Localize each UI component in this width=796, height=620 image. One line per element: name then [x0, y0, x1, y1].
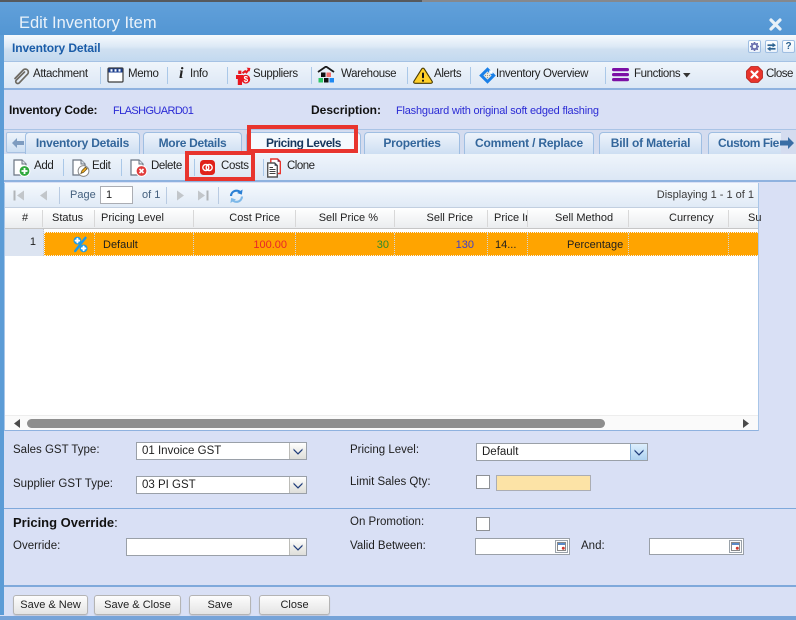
svg-text:$: $	[244, 75, 249, 84]
